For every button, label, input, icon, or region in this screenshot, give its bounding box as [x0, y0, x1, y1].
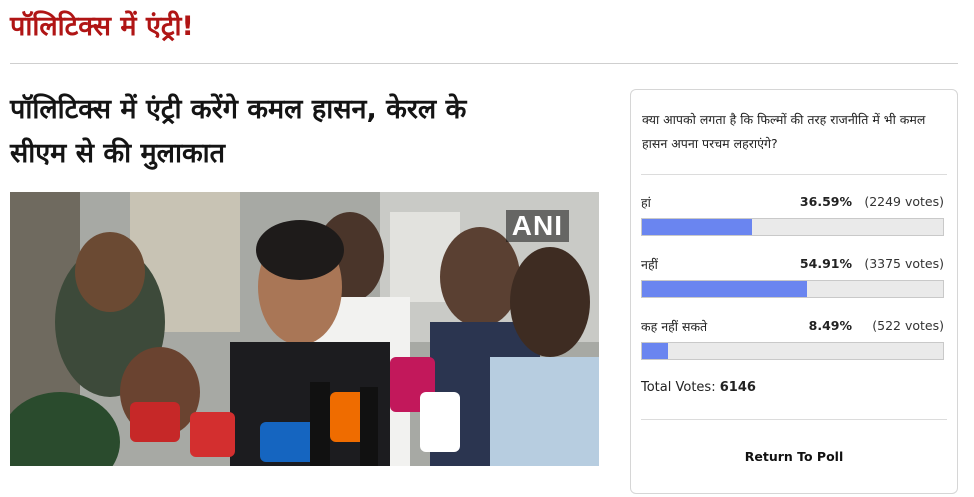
option-result-bar — [641, 342, 944, 360]
option-percent: 54.91% — [799, 256, 852, 271]
poll-option-yes: हां 36.59% (2249 votes) — [641, 194, 944, 236]
option-votes: (2249 votes) — [864, 194, 944, 209]
option-percent: 36.59% — [799, 194, 852, 209]
poll-option-no: नहीं 54.91% (3375 votes) — [641, 256, 944, 298]
article-photo[interactable]: ANI — [10, 192, 599, 466]
option-label: नहीं — [641, 257, 658, 272]
return-to-poll-link[interactable]: Return To Poll — [631, 449, 957, 464]
total-votes-value: 6146 — [719, 380, 756, 395]
headline-line-2: सीएम से की मुलाकात — [10, 138, 226, 169]
option-percent: 8.49% — [808, 318, 852, 333]
option-result-bar — [641, 218, 944, 236]
poll-divider-top — [641, 174, 947, 175]
option-label: हां — [641, 195, 651, 210]
option-result-fill — [642, 219, 753, 235]
article-headline[interactable]: पॉलिटिक्स में एंट्री करेंगे कमल हासन, के… — [10, 88, 600, 176]
option-votes: (3375 votes) — [864, 256, 944, 271]
agency-watermark: ANI — [505, 210, 569, 242]
poll-widget: क्या आपको लगता है कि फिल्मों की तरह राजन… — [630, 89, 958, 494]
total-votes: Total Votes: 6146 — [641, 380, 756, 395]
total-votes-label: Total Votes: — [641, 380, 716, 395]
section-divider — [10, 63, 958, 64]
option-votes: (522 votes) — [872, 318, 944, 333]
option-result-bar — [641, 280, 944, 298]
poll-question: क्या आपको लगता है कि फिल्मों की तरह राजन… — [642, 112, 926, 151]
headline-line-1: पॉलिटिक्स में एंट्री करेंगे कमल हासन, के… — [10, 94, 467, 125]
option-result-fill — [642, 281, 808, 297]
section-title: पॉलिटिक्स में एंट्री! — [10, 11, 194, 42]
option-result-fill — [642, 343, 668, 359]
poll-option-cant-say: कह नहीं सकते 8.49% (522 votes) — [641, 318, 944, 360]
poll-divider-bottom — [641, 419, 947, 420]
option-label: कह नहीं सकते — [641, 319, 708, 334]
